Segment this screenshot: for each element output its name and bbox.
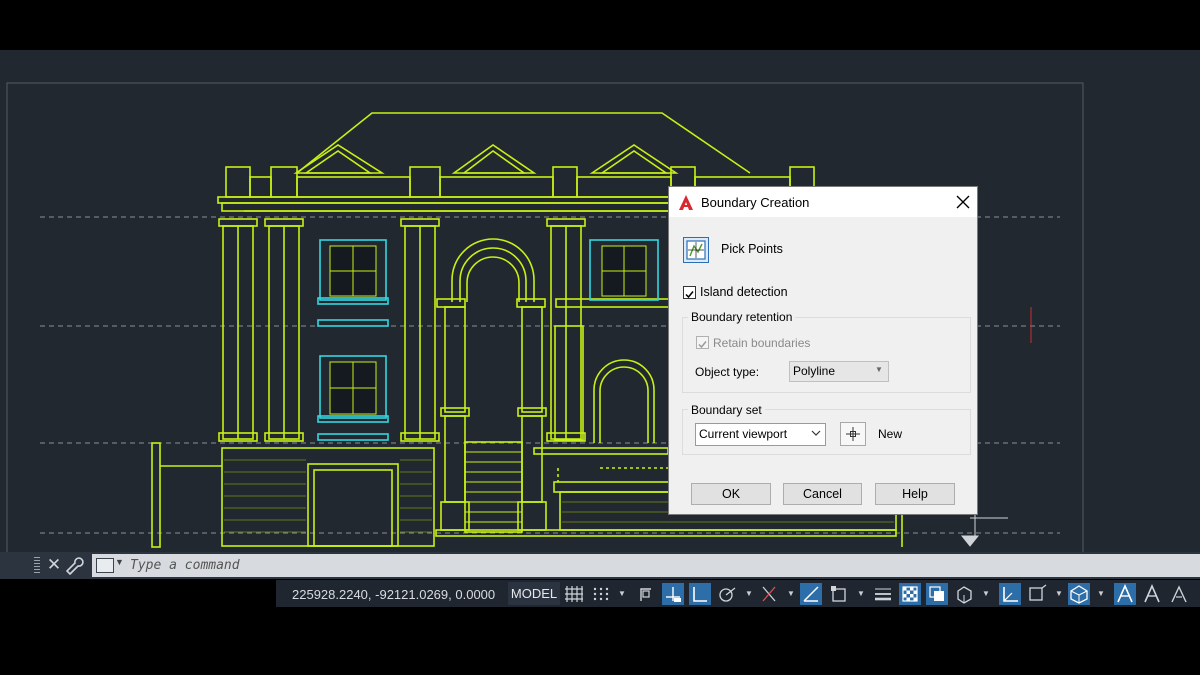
transparency-icon[interactable] [899, 583, 921, 605]
drag-handle[interactable] [34, 557, 40, 575]
new-boundary-set-button[interactable] [840, 422, 866, 446]
grid-icon[interactable] [563, 583, 585, 605]
chevron-down-icon[interactable]: ▼ [115, 557, 124, 567]
cancel-button[interactable]: Cancel [783, 483, 862, 505]
chevron-down-icon[interactable]: ▼ [982, 589, 990, 599]
island-detection-label[interactable]: Island detection [700, 285, 788, 299]
object-snap-tracking-icon[interactable] [800, 583, 822, 605]
object-type-select[interactable]: Polyline [789, 361, 889, 382]
boundary-set-title: Boundary set [688, 403, 765, 417]
new-label: New [878, 427, 903, 441]
selection-cycling-icon[interactable] [926, 583, 948, 605]
chevron-down-icon: ▼ [875, 365, 883, 374]
dialog-title-bar[interactable]: Boundary Creation [669, 187, 977, 217]
checkmark-icon [698, 341, 707, 349]
dialog-title: Boundary Creation [701, 195, 810, 210]
gizmo-icon[interactable] [1068, 583, 1090, 605]
snap-icon[interactable] [590, 583, 612, 605]
island-detection-checkbox[interactable] [683, 286, 696, 299]
chevron-down-icon [811, 430, 821, 436]
model-space-button[interactable]: MODEL [508, 582, 560, 605]
object-type-label: Object type: [695, 365, 760, 379]
pick-points-button[interactable] [683, 237, 709, 263]
3d-osnap-icon[interactable] [953, 583, 975, 605]
annotation-scale-icon[interactable] [1168, 583, 1190, 605]
drawing-canvas[interactable]: Boundary Creation Pick Points Island det… [0, 50, 1200, 552]
dynamic-ucs-icon[interactable] [999, 583, 1021, 605]
boundary-set-select[interactable]: Current viewport [695, 423, 826, 446]
command-prompt-icon[interactable] [96, 558, 114, 573]
chevron-down-icon[interactable]: ▼ [787, 589, 795, 599]
chevron-down-icon[interactable]: ▼ [1097, 589, 1105, 599]
annotation-visibility-icon[interactable] [1114, 583, 1136, 605]
dynamic-input-icon[interactable] [662, 583, 684, 605]
building-elevation-drawing [6, 82, 1084, 552]
wrench-icon[interactable] [66, 555, 86, 577]
ortho-icon[interactable] [689, 583, 711, 605]
ok-button[interactable]: OK [691, 483, 771, 505]
isodraft-icon[interactable] [758, 583, 780, 605]
help-button[interactable]: Help [875, 483, 955, 505]
selection-filter-icon[interactable] [1026, 583, 1048, 605]
close-icon[interactable] [953, 192, 973, 212]
boundary-creation-dialog: Boundary Creation Pick Points Island det… [668, 186, 978, 515]
pick-points-icon [686, 240, 706, 260]
chevron-down-icon[interactable]: ▼ [745, 589, 753, 599]
command-line: ✕ ▼ [0, 552, 1200, 579]
checkmark-icon [685, 291, 694, 299]
command-input-box[interactable]: ▼ [92, 554, 1200, 577]
retain-boundaries-label[interactable]: Retain boundaries [713, 336, 810, 350]
chevron-down-icon[interactable]: ▼ [857, 589, 865, 599]
crosshair-icon [846, 427, 860, 441]
chevron-down-icon[interactable]: ▼ [618, 589, 626, 599]
object-snap-icon[interactable] [828, 583, 850, 605]
coordinates-readout[interactable]: 225928.2240, -92121.0269, 0.0000 [292, 587, 495, 602]
boundary-retention-title: Boundary retention [688, 310, 796, 324]
infer-constraints-icon[interactable] [635, 583, 657, 605]
retain-boundaries-checkbox[interactable] [696, 336, 709, 349]
lineweight-icon[interactable] [872, 583, 894, 605]
close-icon[interactable]: ✕ [44, 554, 64, 576]
auto-scale-icon[interactable] [1141, 583, 1163, 605]
pick-points-label[interactable]: Pick Points [721, 242, 783, 256]
chevron-down-icon[interactable]: ▼ [1055, 589, 1063, 599]
polar-icon[interactable] [716, 583, 738, 605]
command-input[interactable] [130, 556, 830, 575]
autocad-logo-icon [679, 195, 693, 210]
